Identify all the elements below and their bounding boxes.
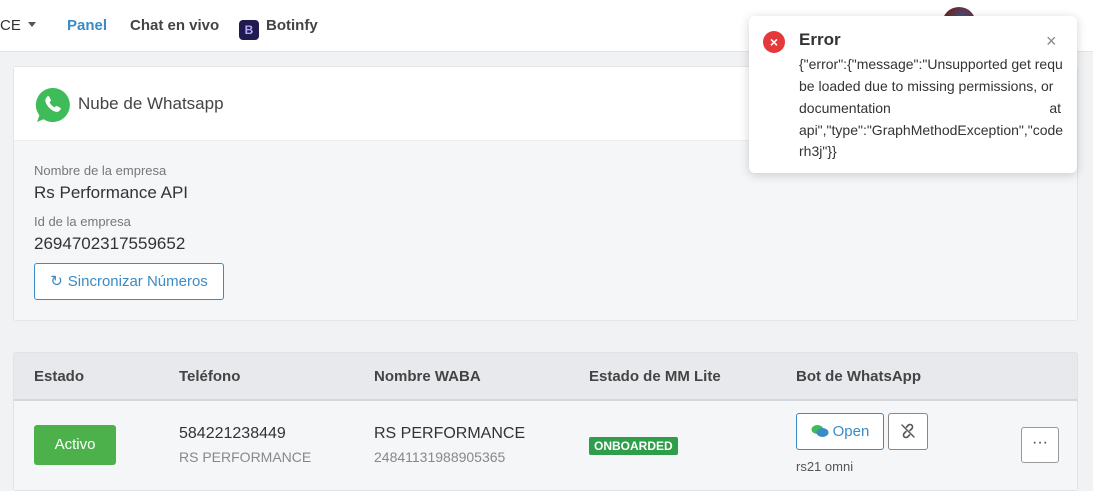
nav-botinfy-link[interactable]: B Botinfy: [239, 17, 318, 40]
unlink-bot-button[interactable]: [888, 413, 928, 450]
close-icon[interactable]: ×: [1046, 32, 1057, 50]
table-row: Activo 584221238449 RS PERFORMANCE RS PE…: [14, 401, 1077, 490]
toast-message-line-1: {"error":{"message":"Unsupported get req…: [799, 56, 1063, 72]
header-nombre-waba: Nombre WABA: [374, 368, 481, 385]
sync-numbers-button[interactable]: ↻ Sincronizar Números: [34, 263, 224, 300]
nav-botinfy-label: Botinfy: [266, 17, 318, 34]
company-id-value: 2694702317559652: [34, 234, 186, 253]
numbers-table: Estado Teléfono Nombre WABA Estado de MM…: [13, 352, 1078, 491]
error-icon: ×: [763, 31, 785, 53]
nav-chat-link[interactable]: Chat en vivo: [130, 17, 219, 34]
toast-message-line-4: api","type":"GraphMethodException","code: [799, 122, 1064, 138]
caret-down-icon: [27, 22, 36, 27]
toast-line-3-left: documentation: [799, 100, 891, 116]
toast-message-line-3: documentation at: [799, 100, 1077, 116]
bot-name: rs21 omni: [796, 459, 854, 474]
sync-icon: ↻: [50, 273, 63, 290]
unlink-icon: [901, 423, 915, 439]
table-header: Estado Teléfono Nombre WABA Estado de MM…: [14, 353, 1077, 401]
header-estado: Estado: [34, 368, 85, 385]
waba-id: 24841131988905365: [374, 449, 506, 465]
phone-display-name: RS PERFORMANCE: [179, 449, 312, 465]
open-bot-button[interactable]: Open: [796, 413, 884, 450]
mm-lite-status-badge: ONBOARDED: [589, 437, 678, 455]
toast-message-line-5: rh3j"}}: [799, 143, 837, 159]
phone-number: 584221238449: [179, 425, 286, 442]
nav-ce-dropdown[interactable]: CE: [0, 17, 36, 34]
card-title: Nube de Whatsapp: [78, 94, 224, 113]
company-name-label: Nombre de la empresa: [34, 163, 167, 178]
company-id-label: Id de la empresa: [34, 214, 131, 229]
whatsapp-icon: [35, 87, 70, 122]
botinfy-logo: B: [239, 20, 259, 40]
header-telefono: Teléfono: [179, 368, 241, 385]
chat-bubbles-icon: [811, 425, 829, 437]
company-name-value: Rs Performance API: [34, 183, 189, 202]
status-badge: Activo: [34, 425, 116, 465]
nav-ce-label: CE: [0, 17, 21, 34]
header-bot-whatsapp: Bot de WhatsApp: [796, 368, 921, 385]
nav-panel-link[interactable]: Panel: [67, 17, 107, 34]
toast-title: Error: [799, 30, 841, 49]
toast-line-3-right: at: [1049, 100, 1061, 116]
waba-name: RS PERFORMANCE: [374, 425, 526, 442]
more-options-button[interactable]: ···: [1021, 427, 1059, 463]
header-estado-mm-lite: Estado de MM Lite: [589, 368, 721, 385]
open-bot-label: Open: [832, 423, 870, 440]
toast-message-line-2: be loaded due to missing permissions, or: [799, 78, 1054, 94]
sync-button-label: Sincronizar Números: [67, 273, 208, 290]
error-toast: × Error × {"error":{"message":"Unsupport…: [749, 16, 1077, 173]
